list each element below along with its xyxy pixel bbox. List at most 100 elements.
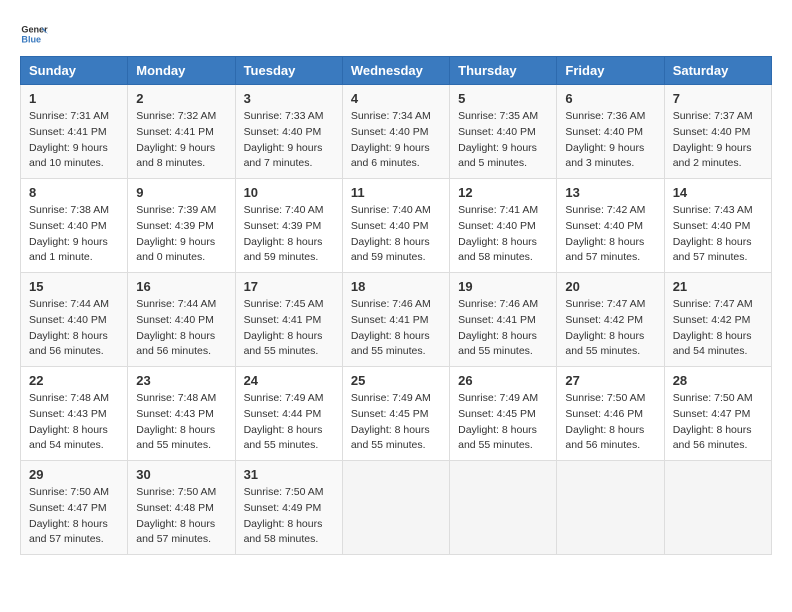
calendar-day-cell: 13 Sunrise: 7:42 AMSunset: 4:40 PMDayligh… <box>557 179 664 273</box>
day-number: 20 <box>565 279 655 294</box>
calendar-day-cell: 29 Sunrise: 7:50 AMSunset: 4:47 PMDayligh… <box>21 461 128 555</box>
calendar-header-friday: Friday <box>557 57 664 85</box>
day-info: Sunrise: 7:48 AMSunset: 4:43 PMDaylight:… <box>29 391 119 454</box>
calendar-day-cell: 16 Sunrise: 7:44 AMSunset: 4:40 PMDayligh… <box>128 273 235 367</box>
day-number: 4 <box>351 91 441 106</box>
day-info: Sunrise: 7:38 AMSunset: 4:40 PMDaylight:… <box>29 203 119 266</box>
day-info: Sunrise: 7:45 AMSunset: 4:41 PMDaylight:… <box>244 297 334 360</box>
day-info: Sunrise: 7:34 AMSunset: 4:40 PMDaylight:… <box>351 109 441 172</box>
day-number: 16 <box>136 279 226 294</box>
calendar-day-cell: 25 Sunrise: 7:49 AMSunset: 4:45 PMDayligh… <box>342 367 449 461</box>
calendar-week-row: 29 Sunrise: 7:50 AMSunset: 4:47 PMDayligh… <box>21 461 772 555</box>
day-number: 19 <box>458 279 548 294</box>
generalblue-logo-icon: General Blue <box>20 20 48 48</box>
calendar-day-cell: 21 Sunrise: 7:47 AMSunset: 4:42 PMDayligh… <box>664 273 771 367</box>
day-info: Sunrise: 7:50 AMSunset: 4:47 PMDaylight:… <box>673 391 763 454</box>
day-number: 28 <box>673 373 763 388</box>
day-number: 9 <box>136 185 226 200</box>
day-info: Sunrise: 7:46 AMSunset: 4:41 PMDaylight:… <box>458 297 548 360</box>
calendar-day-cell: 26Sunrise: 7:49 AMSunset: 4:45 PMDayligh… <box>450 367 557 461</box>
calendar-day-cell: 8 Sunrise: 7:38 AMSunset: 4:40 PMDaylight… <box>21 179 128 273</box>
calendar-header-thursday: Thursday <box>450 57 557 85</box>
logo: General Blue <box>20 20 48 48</box>
calendar-day-cell: 5 Sunrise: 7:35 AMSunset: 4:40 PMDaylight… <box>450 85 557 179</box>
calendar-day-cell: 10 Sunrise: 7:40 AMSunset: 4:39 PMDayligh… <box>235 179 342 273</box>
day-info: Sunrise: 7:41 AMSunset: 4:40 PMDaylight:… <box>458 203 548 266</box>
calendar-day-cell: 27 Sunrise: 7:50 AMSunset: 4:46 PMDayligh… <box>557 367 664 461</box>
day-number: 25 <box>351 373 441 388</box>
calendar-empty-cell <box>342 461 449 555</box>
day-number: 13 <box>565 185 655 200</box>
day-info: Sunrise: 7:36 AMSunset: 4:40 PMDaylight:… <box>565 109 655 172</box>
day-info: Sunrise: 7:50 AMSunset: 4:49 PMDaylight:… <box>244 485 334 548</box>
day-info: Sunrise: 7:40 AMSunset: 4:39 PMDaylight:… <box>244 203 334 266</box>
day-number: 8 <box>29 185 119 200</box>
day-info: Sunrise: 7:33 AMSunset: 4:40 PMDaylight:… <box>244 109 334 172</box>
calendar-day-cell: 3Sunrise: 7:33 AMSunset: 4:40 PMDaylight… <box>235 85 342 179</box>
calendar-week-row: 1Sunrise: 7:31 AMSunset: 4:41 PMDaylight… <box>21 85 772 179</box>
calendar-day-cell: 31 Sunrise: 7:50 AMSunset: 4:49 PMDayligh… <box>235 461 342 555</box>
day-info: Sunrise: 7:35 AMSunset: 4:40 PMDaylight:… <box>458 109 548 172</box>
day-number: 2 <box>136 91 226 106</box>
day-number: 27 <box>565 373 655 388</box>
calendar-day-cell: 23Sunrise: 7:48 AMSunset: 4:43 PMDayligh… <box>128 367 235 461</box>
day-number: 5 <box>458 91 548 106</box>
day-info: Sunrise: 7:44 AMSunset: 4:40 PMDaylight:… <box>136 297 226 360</box>
day-info: Sunrise: 7:49 AMSunset: 4:45 PMDaylight:… <box>351 391 441 454</box>
day-number: 30 <box>136 467 226 482</box>
day-info: Sunrise: 7:50 AMSunset: 4:47 PMDaylight:… <box>29 485 119 548</box>
day-number: 10 <box>244 185 334 200</box>
calendar-table: SundayMondayTuesdayWednesdayThursdayFrid… <box>20 56 772 555</box>
calendar-header-row: SundayMondayTuesdayWednesdayThursdayFrid… <box>21 57 772 85</box>
day-number: 23 <box>136 373 226 388</box>
calendar-header-sunday: Sunday <box>21 57 128 85</box>
calendar-day-cell: 19 Sunrise: 7:46 AMSunset: 4:41 PMDayligh… <box>450 273 557 367</box>
calendar-day-cell: 9 Sunrise: 7:39 AMSunset: 4:39 PMDaylight… <box>128 179 235 273</box>
day-number: 29 <box>29 467 119 482</box>
day-number: 24 <box>244 373 334 388</box>
day-info: Sunrise: 7:49 AMSunset: 4:44 PMDaylight:… <box>244 391 334 454</box>
calendar-day-cell: 14Sunrise: 7:43 AMSunset: 4:40 PMDayligh… <box>664 179 771 273</box>
calendar-empty-cell <box>450 461 557 555</box>
calendar-day-cell: 11 Sunrise: 7:40 AMSunset: 4:40 PMDayligh… <box>342 179 449 273</box>
day-number: 21 <box>673 279 763 294</box>
calendar-day-cell: 22Sunrise: 7:48 AMSunset: 4:43 PMDayligh… <box>21 367 128 461</box>
day-number: 7 <box>673 91 763 106</box>
calendar-day-cell: 30Sunrise: 7:50 AMSunset: 4:48 PMDayligh… <box>128 461 235 555</box>
day-info: Sunrise: 7:50 AMSunset: 4:46 PMDaylight:… <box>565 391 655 454</box>
day-number: 15 <box>29 279 119 294</box>
day-info: Sunrise: 7:39 AMSunset: 4:39 PMDaylight:… <box>136 203 226 266</box>
calendar-empty-cell <box>664 461 771 555</box>
calendar-day-cell: 18 Sunrise: 7:46 AMSunset: 4:41 PMDayligh… <box>342 273 449 367</box>
calendar-day-cell: 12 Sunrise: 7:41 AMSunset: 4:40 PMDayligh… <box>450 179 557 273</box>
day-info: Sunrise: 7:32 AMSunset: 4:41 PMDaylight:… <box>136 109 226 172</box>
calendar-week-row: 15 Sunrise: 7:44 AMSunset: 4:40 PMDayligh… <box>21 273 772 367</box>
day-info: Sunrise: 7:37 AMSunset: 4:40 PMDaylight:… <box>673 109 763 172</box>
calendar-day-cell: 1Sunrise: 7:31 AMSunset: 4:41 PMDaylight… <box>21 85 128 179</box>
day-number: 18 <box>351 279 441 294</box>
calendar-day-cell: 2 Sunrise: 7:32 AMSunset: 4:41 PMDaylight… <box>128 85 235 179</box>
calendar-day-cell: 24 Sunrise: 7:49 AMSunset: 4:44 PMDayligh… <box>235 367 342 461</box>
day-info: Sunrise: 7:40 AMSunset: 4:40 PMDaylight:… <box>351 203 441 266</box>
calendar-empty-cell <box>557 461 664 555</box>
day-info: Sunrise: 7:44 AMSunset: 4:40 PMDaylight:… <box>29 297 119 360</box>
calendar-day-cell: 20Sunrise: 7:47 AMSunset: 4:42 PMDayligh… <box>557 273 664 367</box>
calendar-day-cell: 15 Sunrise: 7:44 AMSunset: 4:40 PMDayligh… <box>21 273 128 367</box>
calendar-week-row: 8 Sunrise: 7:38 AMSunset: 4:40 PMDaylight… <box>21 179 772 273</box>
day-info: Sunrise: 7:49 AMSunset: 4:45 PMDaylight:… <box>458 391 548 454</box>
calendar-header-wednesday: Wednesday <box>342 57 449 85</box>
day-info: Sunrise: 7:42 AMSunset: 4:40 PMDaylight:… <box>565 203 655 266</box>
day-info: Sunrise: 7:47 AMSunset: 4:42 PMDaylight:… <box>673 297 763 360</box>
calendar-day-cell: 7 Sunrise: 7:37 AMSunset: 4:40 PMDaylight… <box>664 85 771 179</box>
day-number: 6 <box>565 91 655 106</box>
day-number: 11 <box>351 185 441 200</box>
day-number: 14 <box>673 185 763 200</box>
day-info: Sunrise: 7:46 AMSunset: 4:41 PMDaylight:… <box>351 297 441 360</box>
page-header: General Blue <box>20 20 772 48</box>
calendar-header-monday: Monday <box>128 57 235 85</box>
calendar-header-tuesday: Tuesday <box>235 57 342 85</box>
day-number: 31 <box>244 467 334 482</box>
day-number: 17 <box>244 279 334 294</box>
calendar-week-row: 22Sunrise: 7:48 AMSunset: 4:43 PMDayligh… <box>21 367 772 461</box>
day-number: 12 <box>458 185 548 200</box>
